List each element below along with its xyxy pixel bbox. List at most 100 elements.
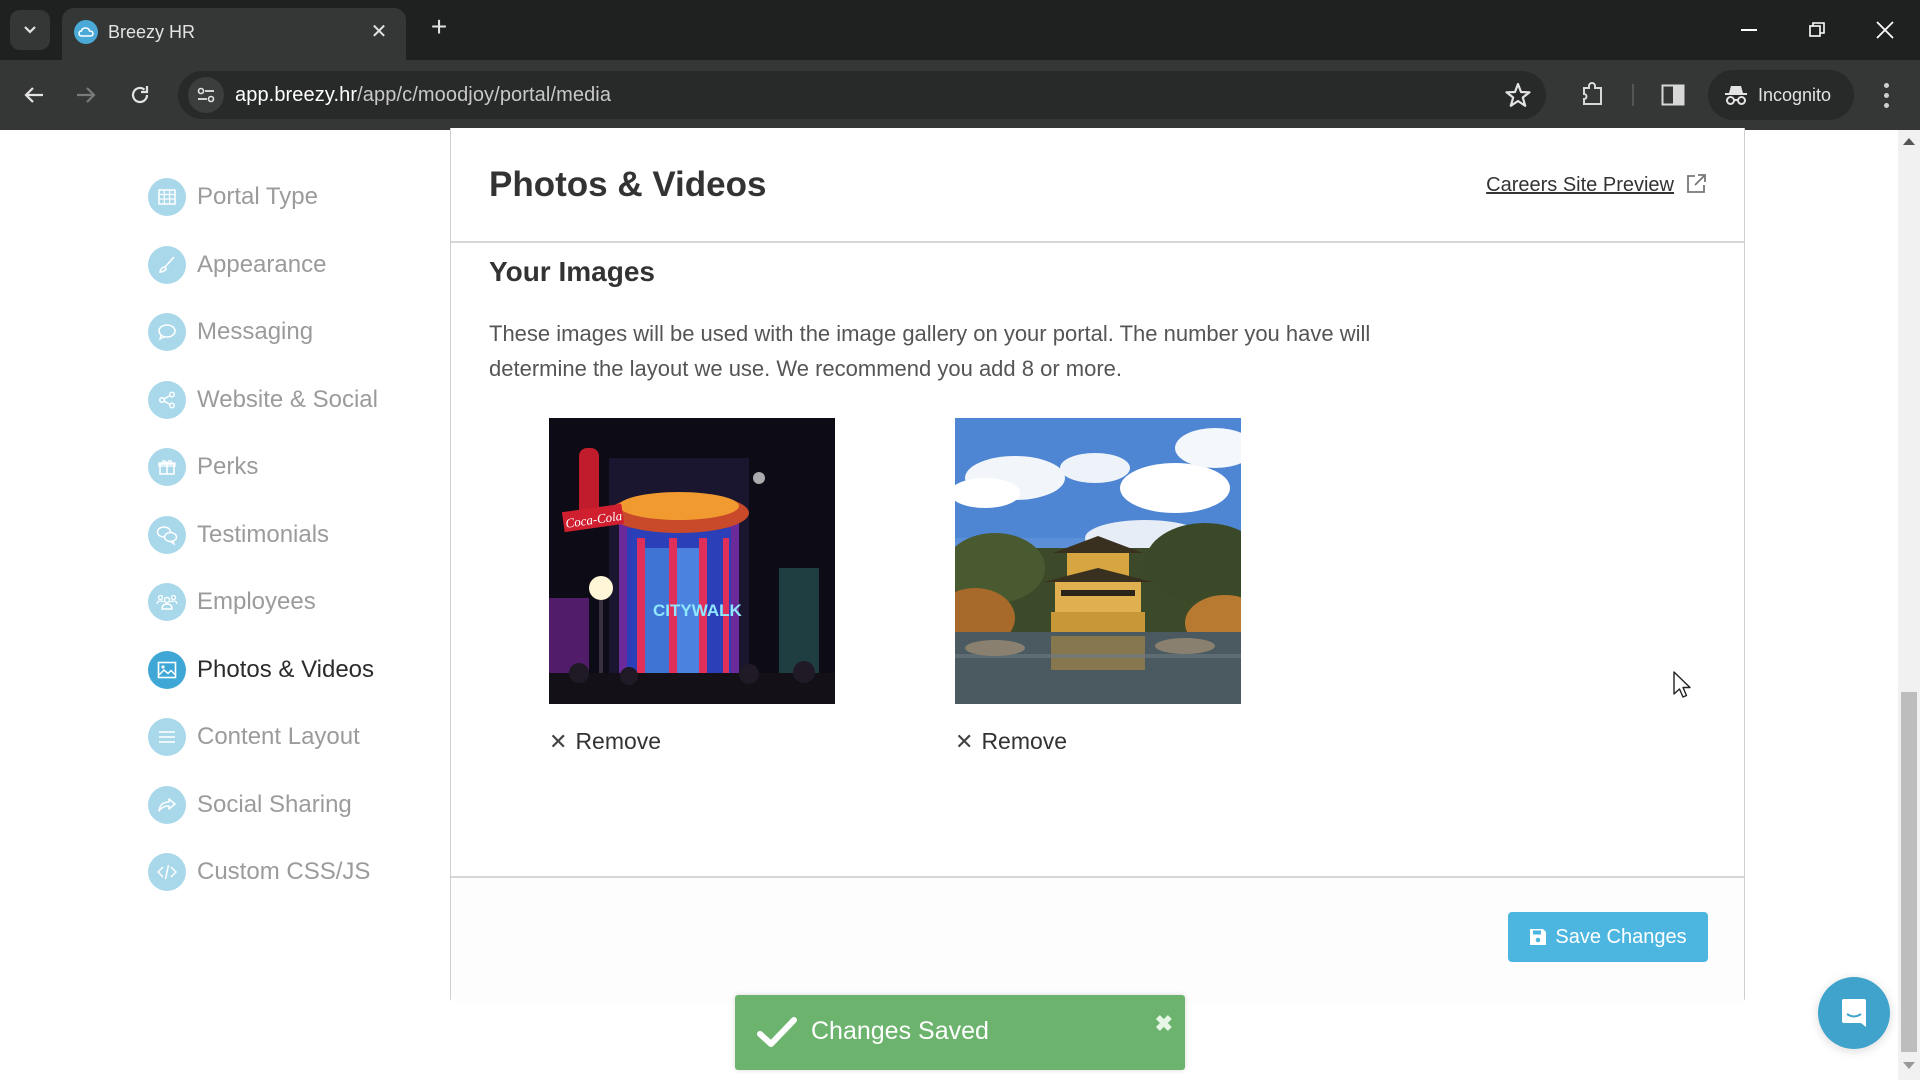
share-icon: [148, 381, 186, 419]
extensions-button[interactable]: [1578, 80, 1608, 110]
new-tab-button[interactable]: +: [424, 11, 454, 42]
brush-icon: [148, 246, 186, 284]
minimize-button[interactable]: [1724, 10, 1774, 50]
toolbar-separator: [1632, 84, 1634, 106]
gallery-image-item: ✕ Remove: [955, 418, 1241, 755]
sidebar-item-label: Website & Social: [197, 386, 378, 413]
code-icon: [148, 853, 186, 891]
gallery-thumbnail[interactable]: [955, 418, 1241, 704]
sidebar-item-label: Custom CSS/JS: [197, 858, 371, 885]
sidebar-item-label: Employees: [197, 588, 316, 615]
lines-icon: [148, 718, 186, 756]
sidebar-item-employees[interactable]: Employees: [148, 580, 438, 624]
panel-footer: Save Changes: [451, 876, 1744, 1002]
chat-bubbles-icon: [148, 516, 186, 554]
address-bar[interactable]: app.breezy.hr/app/c/moodjoy/portal/media: [178, 71, 1546, 119]
panel-header: Photos & Videos Careers Site Preview: [451, 128, 1744, 243]
external-link-icon[interactable]: [1684, 172, 1708, 196]
restore-icon: [1809, 22, 1825, 37]
bookmark-star-icon[interactable]: [1504, 81, 1532, 109]
forward-button[interactable]: [66, 75, 106, 115]
sidebar-item-website-social[interactable]: Website & Social: [148, 378, 438, 422]
gallery-thumbnail[interactable]: Coca-Cola CITYWALK: [549, 418, 835, 704]
side-panel-button[interactable]: [1658, 80, 1688, 110]
restore-button[interactable]: [1792, 10, 1842, 50]
sidebar-item-label: Portal Type: [197, 183, 318, 210]
sidebar-item-label: Social Sharing: [197, 791, 352, 818]
sidebar-item-label: Perks: [197, 453, 259, 480]
incognito-icon: [1725, 86, 1747, 105]
close-icon: ✕: [955, 728, 974, 754]
sidebar-item-social-sharing[interactable]: Social Sharing: [148, 783, 438, 827]
chat-icon: [1842, 999, 1866, 1027]
reload-button[interactable]: [120, 75, 160, 115]
close-icon: [1876, 21, 1894, 39]
sidebar-item-portal-type[interactable]: Portal Type: [148, 175, 438, 219]
people-icon: [148, 583, 186, 621]
back-button[interactable]: [14, 75, 54, 115]
gift-icon: [148, 448, 186, 486]
puzzle-icon: [1583, 82, 1602, 105]
browser-tab-active[interactable]: Breezy HR ✕: [62, 8, 406, 60]
page-content: Portal Type Appearance Messaging Website…: [0, 128, 1920, 1080]
chevron-down-icon: [24, 26, 36, 34]
section-title: Your Images: [489, 256, 655, 287]
reload-icon: [131, 86, 149, 104]
arrow-right-icon: [77, 87, 96, 103]
chat-launcher-button[interactable]: [1818, 977, 1890, 1049]
sidebar-item-label: Content Layout: [197, 723, 360, 750]
section-description: These images will be used with the image…: [489, 321, 1371, 381]
sidebar-item-content-layout[interactable]: Content Layout: [148, 715, 438, 759]
sidebar-item-label: Messaging: [197, 318, 314, 345]
share-arrow-icon: [148, 786, 186, 824]
sidebar-item-appearance[interactable]: Appearance: [148, 243, 438, 287]
arrow-left-icon: [24, 87, 43, 103]
tab-title: Breezy HR: [108, 22, 196, 42]
site-info-button[interactable]: [188, 77, 224, 113]
careers-site-preview-link[interactable]: Careers Site Preview: [1486, 174, 1674, 197]
speech-bubble-icon: [148, 313, 186, 351]
side-panel-icon: [1661, 84, 1685, 106]
close-icon: ✕: [549, 728, 568, 754]
tab-search-button[interactable]: [10, 10, 50, 50]
image-icon: [148, 651, 186, 689]
toast-message: Changes Saved: [811, 1017, 989, 1045]
close-window-button[interactable]: [1860, 10, 1910, 50]
page-scrollbar[interactable]: [1898, 130, 1920, 1080]
save-changes-label: Save Changes: [1555, 925, 1687, 948]
browser-menu-button[interactable]: [1874, 80, 1898, 110]
breezy-favicon-icon: [74, 20, 98, 44]
remove-image-button[interactable]: ✕ Remove: [955, 728, 1241, 755]
sidebar-item-messaging[interactable]: Messaging: [148, 310, 438, 354]
sidebar-item-testimonials[interactable]: Testimonials: [148, 513, 438, 557]
incognito-indicator[interactable]: Incognito: [1708, 70, 1854, 120]
floppy-disk-icon: [1530, 929, 1547, 945]
save-changes-button[interactable]: Save Changes: [1508, 912, 1708, 962]
remove-label: Remove: [575, 728, 662, 754]
gallery-image-item: Coca-Cola CITYWALK ✕ Remove: [549, 418, 835, 755]
sidebar-item-perks[interactable]: Perks: [148, 445, 438, 489]
browser-toolbar: app.breezy.hr/app/c/moodjoy/portal/media…: [0, 60, 1920, 130]
sidebar-item-label: Testimonials: [197, 521, 330, 548]
checkmark-icon: [757, 1017, 797, 1047]
sidebar-item-custom-css-js[interactable]: Custom CSS/JS: [148, 850, 438, 894]
toast-close-icon[interactable]: ✖: [1155, 1011, 1173, 1037]
sidebar-item-photos-videos[interactable]: Photos & Videos: [148, 648, 438, 692]
browser-tab-bar: Breezy HR ✕ +: [0, 0, 1920, 60]
svg-text:CITYWALK: CITYWALK: [653, 601, 742, 620]
url-host: app.breezy.hr: [235, 84, 358, 106]
sidebar-item-label: Appearance: [197, 251, 327, 278]
scrollbar-thumb[interactable]: [1901, 692, 1917, 1052]
url-path: /app/c/moodjoy/portal/media: [357, 84, 612, 106]
remove-label: Remove: [981, 728, 1068, 754]
incognito-label: Incognito: [1758, 84, 1832, 105]
url-text: app.breezy.hr/app/c/moodjoy/portal/media: [235, 84, 611, 107]
tune-icon: [197, 87, 215, 103]
page-title: Photos & Videos: [489, 165, 767, 204]
scroll-up-arrow-icon[interactable]: [1903, 138, 1915, 145]
photos-videos-panel: Photos & Videos Careers Site Preview You…: [450, 128, 1745, 1002]
tab-close-icon[interactable]: ✕: [366, 18, 392, 44]
scroll-down-arrow-icon[interactable]: [1903, 1062, 1915, 1069]
changes-saved-toast: Changes Saved ✖: [735, 995, 1185, 1070]
remove-image-button[interactable]: ✕ Remove: [549, 728, 835, 755]
